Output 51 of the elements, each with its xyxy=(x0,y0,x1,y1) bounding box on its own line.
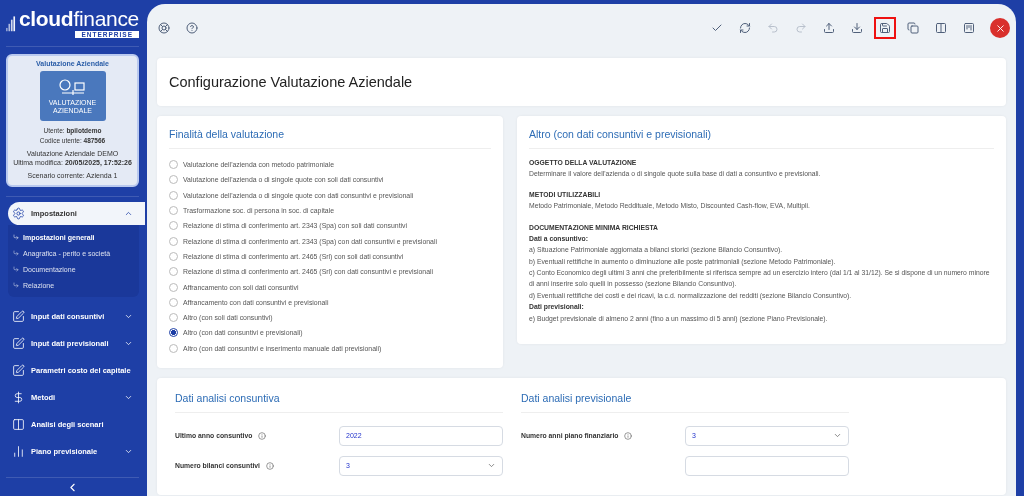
input-field[interactable] xyxy=(685,455,849,476)
radio-button[interactable] xyxy=(169,297,178,307)
save-icon xyxy=(879,22,891,34)
radio-button[interactable] xyxy=(169,282,178,292)
info-icon xyxy=(624,431,633,440)
section-title: Altro (con dati consuntivi e previsionali) xyxy=(529,128,994,149)
radio-button[interactable] xyxy=(169,343,178,353)
sub-arrow-icon xyxy=(13,234,19,240)
sub-arrow-icon xyxy=(13,266,19,272)
sub-arrow-icon xyxy=(13,282,19,288)
close-button[interactable] xyxy=(990,18,1010,38)
board-icon xyxy=(963,22,975,34)
edit-icon xyxy=(12,364,25,377)
radio-button[interactable] xyxy=(169,206,178,216)
columns-icon xyxy=(12,418,25,431)
section-title: Dati analisi previsionale xyxy=(521,391,849,413)
radio-button[interactable] xyxy=(169,236,178,246)
radio-button[interactable] xyxy=(169,328,178,338)
edit-icon xyxy=(12,310,25,323)
page-title: Configurazione Valutazione Aziendale xyxy=(169,73,414,92)
section-title: Finalità della valutazione xyxy=(169,128,491,149)
save-button[interactable] xyxy=(874,17,896,39)
scale-icon xyxy=(57,77,88,98)
redo-icon xyxy=(795,22,807,34)
download-icon xyxy=(851,22,863,34)
lifebuoy-icon xyxy=(158,22,170,34)
section-title: Dati analisi consuntiva xyxy=(175,391,503,413)
info-icon xyxy=(258,431,267,440)
undo-icon xyxy=(767,22,779,34)
sub-arrow-icon xyxy=(13,250,19,256)
copy-icon xyxy=(907,22,919,34)
radio-button[interactable] xyxy=(169,190,178,200)
refresh-icon xyxy=(739,22,751,34)
radio-button[interactable] xyxy=(169,221,178,231)
radio-button[interactable] xyxy=(169,175,178,185)
radio-button[interactable] xyxy=(169,267,178,277)
settings-icon xyxy=(12,207,25,220)
dollar-icon xyxy=(12,391,25,404)
info-icon xyxy=(266,461,274,470)
radio-button[interactable] xyxy=(169,160,178,170)
edit-icon xyxy=(12,337,25,350)
logo-bars-icon xyxy=(6,13,16,33)
bar-chart-icon xyxy=(12,445,25,458)
check-icon xyxy=(711,22,723,34)
upload-icon xyxy=(823,22,835,34)
radio-button[interactable] xyxy=(169,313,178,323)
columns-icon xyxy=(935,22,947,34)
help-icon xyxy=(186,22,198,34)
brand-name: cloudfinance xyxy=(18,8,139,30)
radio-button[interactable] xyxy=(169,251,178,261)
close-icon xyxy=(994,22,1006,34)
